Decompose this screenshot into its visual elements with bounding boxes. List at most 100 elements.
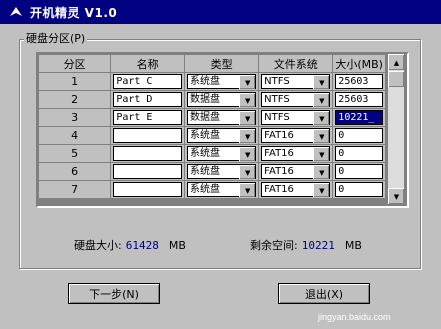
table-row: 4 系统盘 ▼ FAT16 ▼ 0 [37, 126, 386, 145]
partition-size-field[interactable]: 0 [335, 146, 383, 161]
disk-size-status: 硬盘大小: 61428 MB [74, 237, 186, 253]
partition-type-value: 系统盘 [190, 130, 221, 141]
type-cell: 系统盘 ▼ [184, 126, 260, 145]
type-cell: 系统盘 ▼ [184, 162, 260, 181]
disk-size-label: 硬盘大小: [74, 239, 122, 252]
partition-number: 2 [37, 90, 112, 109]
chevron-down-icon[interactable]: ▼ [239, 93, 256, 107]
chevron-down-icon[interactable]: ▼ [313, 129, 330, 143]
partition-name-field[interactable] [113, 128, 183, 143]
filesystem-select[interactable]: NTFS ▼ [261, 92, 331, 107]
filesystem-value: FAT16 [264, 166, 294, 177]
name-cell [110, 144, 186, 163]
filesystem-cell: FAT16 ▼ [258, 162, 334, 181]
filesystem-value: FAT16 [264, 184, 294, 195]
chevron-down-icon[interactable]: ▼ [313, 147, 330, 161]
partition-number: 1 [37, 72, 112, 91]
partition-name-field[interactable]: Part E [113, 110, 183, 125]
next-button[interactable]: 下一步(N) [68, 283, 160, 304]
disk-size-unit: MB [168, 239, 186, 252]
chevron-down-icon[interactable]: ▼ [239, 183, 256, 197]
free-space-value: 10221 [301, 239, 335, 252]
chevron-down-icon[interactable]: ▼ [313, 111, 330, 125]
chevron-down-icon[interactable]: ▼ [239, 165, 256, 179]
partition-type-select[interactable]: 系统盘 ▼ [187, 164, 257, 179]
col-header-type: 类型 [184, 54, 260, 73]
partition-name-field[interactable] [113, 164, 183, 179]
table-row: 1 Part C 系统盘 ▼ NTFS ▼ 25603 [37, 72, 386, 91]
exit-button[interactable]: 退出(X) [278, 283, 370, 304]
free-space-unit: MB [344, 239, 362, 252]
partition-table: 分区 名称 类型 文件系统 大小(MB) 1 Part C 系统盘 ▼ NTFS ▼ 256… [36, 52, 409, 208]
filesystem-cell: FAT16 ▼ [258, 126, 334, 145]
partition-type-select[interactable]: 系统盘 ▼ [187, 74, 257, 89]
table-row: 5 系统盘 ▼ FAT16 ▼ 0 [37, 144, 386, 163]
partition-size-field[interactable]: 10221_ [335, 110, 383, 125]
size-cell: 25603 [332, 72, 386, 91]
size-cell: 0 [332, 126, 386, 145]
filesystem-select[interactable]: NTFS ▼ [261, 110, 331, 125]
vertical-scrollbar[interactable]: ▲ ▼ [388, 54, 404, 204]
name-cell: Part C [110, 72, 186, 91]
partition-name-field[interactable] [113, 146, 183, 161]
col-header-size: 大小(MB) [332, 54, 386, 73]
partition-size-field[interactable]: 0 [335, 128, 383, 143]
table-row: 2 Part D 数据盘 ▼ NTFS ▼ 25603 [37, 90, 386, 109]
partition-size-field[interactable]: 0 [335, 164, 383, 179]
filesystem-cell: FAT16 ▼ [258, 144, 334, 163]
filesystem-value: FAT16 [264, 130, 294, 141]
filesystem-cell: NTFS ▼ [258, 108, 334, 127]
chevron-down-icon[interactable]: ▼ [239, 111, 256, 125]
partition-number: 3 [37, 108, 112, 127]
chevron-down-icon[interactable]: ▼ [239, 147, 256, 161]
name-cell [110, 162, 186, 181]
name-cell [110, 126, 186, 145]
type-cell: 系统盘 ▼ [184, 180, 260, 199]
scroll-down-button[interactable]: ▼ [388, 188, 404, 204]
partition-type-value: 系统盘 [190, 76, 221, 87]
scroll-thumb[interactable] [388, 71, 404, 87]
partition-type-select[interactable]: 数据盘 ▼ [187, 92, 257, 107]
watermark-text: jingyan.baidu.com [318, 312, 391, 322]
filesystem-select[interactable]: NTFS ▼ [261, 74, 331, 89]
filesystem-select[interactable]: FAT16 ▼ [261, 164, 331, 179]
partition-type-select[interactable]: 系统盘 ▼ [187, 182, 257, 197]
chevron-down-icon[interactable]: ▼ [313, 183, 330, 197]
partition-name-field[interactable] [113, 182, 183, 197]
name-cell: Part E [110, 108, 186, 127]
chevron-down-icon[interactable]: ▼ [239, 75, 256, 89]
free-space-status: 剩余空间: 10221 MB [250, 237, 362, 253]
chevron-down-icon[interactable]: ▼ [313, 165, 330, 179]
scroll-up-button[interactable]: ▲ [388, 54, 404, 70]
chevron-down-icon[interactable]: ▼ [313, 75, 330, 89]
name-cell [110, 180, 186, 199]
type-cell: 数据盘 ▼ [184, 108, 260, 127]
filesystem-select[interactable]: FAT16 ▼ [261, 182, 331, 197]
partition-number: 7 [37, 180, 112, 199]
partition-type-select[interactable]: 系统盘 ▼ [187, 128, 257, 143]
partition-type-select[interactable]: 数据盘 ▼ [187, 110, 257, 125]
partition-size-field[interactable]: 25603 [335, 92, 383, 107]
partition-type-select[interactable]: 系统盘 ▼ [187, 146, 257, 161]
partition-size-field[interactable]: 0 [335, 182, 383, 197]
filesystem-value: NTFS [264, 94, 290, 105]
title-bar: 开机精灵 V1.0 [0, 0, 441, 24]
size-cell: 0 [332, 144, 386, 163]
size-cell: 0 [332, 180, 386, 199]
chevron-down-icon[interactable]: ▼ [313, 93, 330, 107]
partition-name-field[interactable]: Part C [113, 74, 183, 89]
type-cell: 系统盘 ▼ [184, 72, 260, 91]
type-cell: 数据盘 ▼ [184, 90, 260, 109]
partition-size-field[interactable]: 25603 [335, 74, 383, 89]
col-header-partition: 分区 [37, 54, 112, 73]
partition-group-label: 硬盘分区(P) [24, 30, 88, 46]
filesystem-select[interactable]: FAT16 ▼ [261, 128, 331, 143]
free-space-label: 剩余空间: [250, 239, 298, 252]
partition-name-field[interactable]: Part D [113, 92, 183, 107]
size-cell: 10221_ [332, 108, 386, 127]
chevron-down-icon[interactable]: ▼ [239, 129, 256, 143]
filesystem-select[interactable]: FAT16 ▼ [261, 146, 331, 161]
filesystem-cell: FAT16 ▼ [258, 180, 334, 199]
partition-type-value: 系统盘 [190, 184, 221, 195]
size-cell: 0 [332, 162, 386, 181]
